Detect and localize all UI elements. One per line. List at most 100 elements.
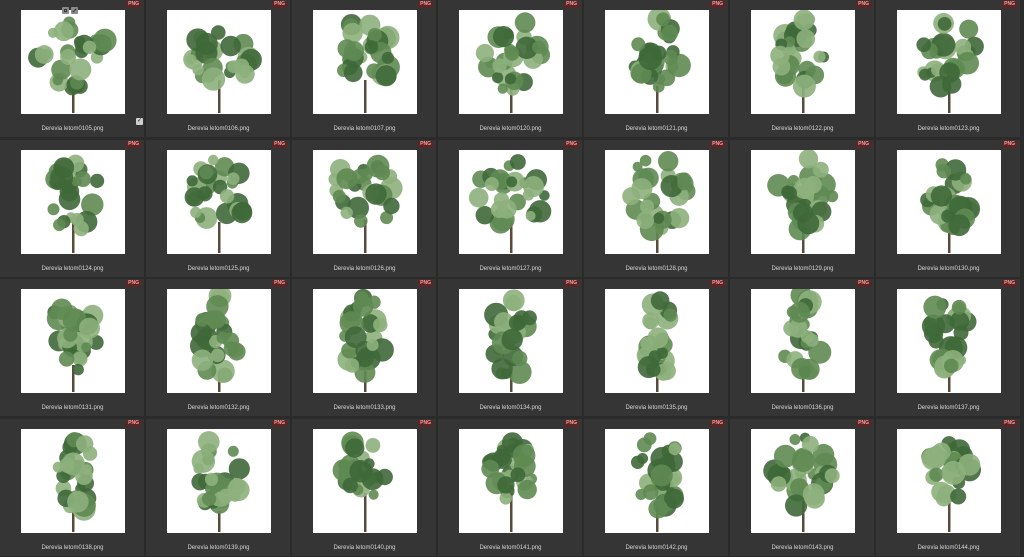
thumbnail-image[interactable] — [21, 289, 125, 393]
thumbnail-tile[interactable]: PNG Derevia letom0123.png — [876, 0, 1021, 138]
file-name-label: Derevia letom0139.png — [187, 544, 250, 551]
open-folder-icon[interactable] — [62, 7, 69, 14]
thumbnail-tile[interactable]: PNG Derevia letom0139.png — [146, 418, 291, 557]
tree-image — [628, 10, 691, 113]
tree-image — [921, 435, 981, 532]
thumbnail-tile[interactable]: PNG Derevia letom0136.png — [730, 279, 875, 417]
thumbnail-image[interactable] — [459, 10, 563, 114]
thumbnail-image[interactable] — [167, 149, 271, 254]
file-name-label: Derevia letom0123.png — [917, 126, 980, 132]
file-type-badge: PNG — [272, 1, 287, 8]
thumbnail-image[interactable] — [897, 10, 1001, 114]
thumbnail-tile[interactable]: PNG Derevia letom0127.png — [438, 139, 583, 278]
thumbnail-tile[interactable]: PNG Derevia letom0142.png — [584, 418, 729, 557]
thumbnail-image[interactable] — [605, 10, 709, 114]
thumbnail-tile[interactable]: PNG Derevia letom0141.png — [438, 418, 583, 557]
file-name-label: Derevia letom0128.png — [625, 265, 688, 272]
thumbnail-tile[interactable]: PNG Derevia letom0138.png — [0, 418, 145, 557]
file-name-label: Derevia letom0141.png — [479, 544, 542, 551]
file-name-label: Derevia letom0135.png — [625, 405, 688, 411]
thumbnail-tile[interactable]: PNG Derevia letom0128.png — [584, 139, 729, 278]
file-type-badge: PNG — [710, 419, 725, 427]
tree-image — [763, 432, 840, 532]
thumbnail-image[interactable] — [605, 149, 709, 254]
thumbnail-tile[interactable]: PNG Derevia letom0125.png — [146, 139, 291, 278]
file-type-badge: PNG — [564, 419, 579, 427]
thumbnail-tile[interactable]: PNG Derevia letom0107.png — [292, 0, 437, 138]
thumbnail-image[interactable] — [605, 428, 709, 533]
tree-image — [468, 153, 552, 253]
tree-image — [337, 289, 394, 392]
thumbnail-tile[interactable]: PNG Derevia letom0129.png — [730, 139, 875, 278]
thumbnail-image[interactable] — [897, 149, 1001, 254]
thumbnail-tile[interactable]: PNG Derevia letom0140.png — [292, 418, 437, 557]
thumbnail-tile[interactable]: PNG Derevia letom0106.png — [146, 0, 291, 138]
thumbnail-tile[interactable]: PNG Derevia letom0133.png — [292, 279, 437, 417]
file-type-badge: PNG — [418, 280, 433, 287]
tree-image — [337, 14, 400, 113]
thumbnail-image[interactable] — [459, 289, 563, 393]
edit-icon[interactable] — [71, 7, 78, 14]
thumbnail-tile[interactable]: PNG Derevia letom0144.png — [876, 418, 1021, 557]
thumbnail-tile[interactable]: PNG Derevia letom0120.png — [438, 0, 583, 138]
file-name-label: Derevia letom0138.png — [41, 544, 104, 551]
thumbnail-image[interactable] — [897, 428, 1001, 533]
thumbnail-tile[interactable]: PNG Derevia letom0134.png — [438, 279, 583, 417]
thumbnail-tile[interactable]: PNG Derevia letom0137.png — [876, 279, 1021, 417]
file-type-badge: PNG — [856, 280, 871, 287]
thumbnail-tile[interactable]: PNG Derevia letom0130.png — [876, 139, 1021, 278]
tree-image — [484, 289, 537, 392]
tree-image — [636, 291, 679, 392]
file-name-label: Derevia letom0125.png — [187, 265, 250, 272]
file-type-badge: PNG — [272, 280, 287, 287]
file-type-badge: PNG — [1002, 280, 1017, 287]
tree-image — [328, 154, 403, 253]
tree-image — [921, 295, 977, 392]
thumbnail-image[interactable] — [751, 149, 855, 254]
thumbnail-tile[interactable]: PNG Derevia letom0105.png ✓ — [0, 0, 145, 138]
thumbnail-tile[interactable]: PNG Derevia letom0131.png — [0, 279, 145, 417]
tree-image — [28, 16, 117, 113]
thumbnail-image[interactable] — [605, 289, 709, 393]
thumbnail-image[interactable] — [21, 428, 125, 533]
tree-image — [190, 289, 246, 392]
thumbnail-image[interactable] — [751, 289, 855, 393]
thumbnail-image[interactable] — [21, 149, 125, 254]
file-name-label: Derevia letom0133.png — [333, 405, 396, 411]
thumbnail-tile[interactable]: PNG Derevia letom0122.png — [730, 0, 875, 138]
file-type-badge: PNG — [126, 280, 141, 287]
thumbnail-image[interactable] — [167, 428, 271, 533]
thumbnail-tile[interactable]: PNG Derevia letom0124.png — [0, 139, 145, 278]
thumbnail-tile[interactable]: PNG Derevia letom0143.png — [730, 418, 875, 557]
file-type-badge: PNG — [272, 419, 287, 427]
tree-image — [778, 289, 832, 392]
thumbnail-image[interactable] — [459, 428, 563, 533]
thumbnail-image[interactable] — [313, 289, 417, 393]
thumbnail-tile[interactable]: PNG Derevia letom0126.png — [292, 139, 437, 278]
thumbnail-image[interactable] — [751, 428, 855, 533]
tree-image — [916, 12, 984, 113]
thumbnail-tile[interactable]: PNG Derevia letom0121.png — [584, 0, 729, 138]
file-type-badge: PNG — [272, 140, 287, 148]
file-type-badge: PNG — [126, 1, 141, 8]
thumbnail-tile[interactable]: PNG Derevia letom0135.png — [584, 279, 729, 417]
thumbnail-image[interactable] — [21, 10, 125, 114]
thumbnail-image[interactable] — [167, 10, 271, 114]
thumbnail-image[interactable] — [459, 149, 563, 254]
thumbnail-tile[interactable]: PNG Derevia letom0132.png — [146, 279, 291, 417]
thumbnail-image[interactable] — [313, 10, 417, 114]
file-type-badge: PNG — [126, 140, 141, 148]
thumbnail-image[interactable] — [897, 289, 1001, 393]
thumbnail-image[interactable] — [167, 289, 271, 393]
thumbnail-image[interactable] — [751, 10, 855, 114]
thumbnail-image[interactable] — [313, 149, 417, 254]
file-name-label: Derevia letom0129.png — [771, 265, 834, 272]
thumbnail-grid: PNG Derevia letom0105.png ✓ PNG Derevia leto… — [0, 0, 1024, 557]
file-name-label: Derevia letom0143.png — [771, 544, 834, 551]
thumbnail-image[interactable] — [313, 428, 417, 533]
file-name-label: Derevia letom0121.png — [625, 126, 688, 132]
select-checkbox[interactable]: ✓ — [136, 118, 143, 125]
tree-image — [920, 157, 981, 253]
file-name-label: Derevia letom0122.png — [771, 126, 834, 132]
file-type-badge: PNG — [856, 140, 871, 148]
